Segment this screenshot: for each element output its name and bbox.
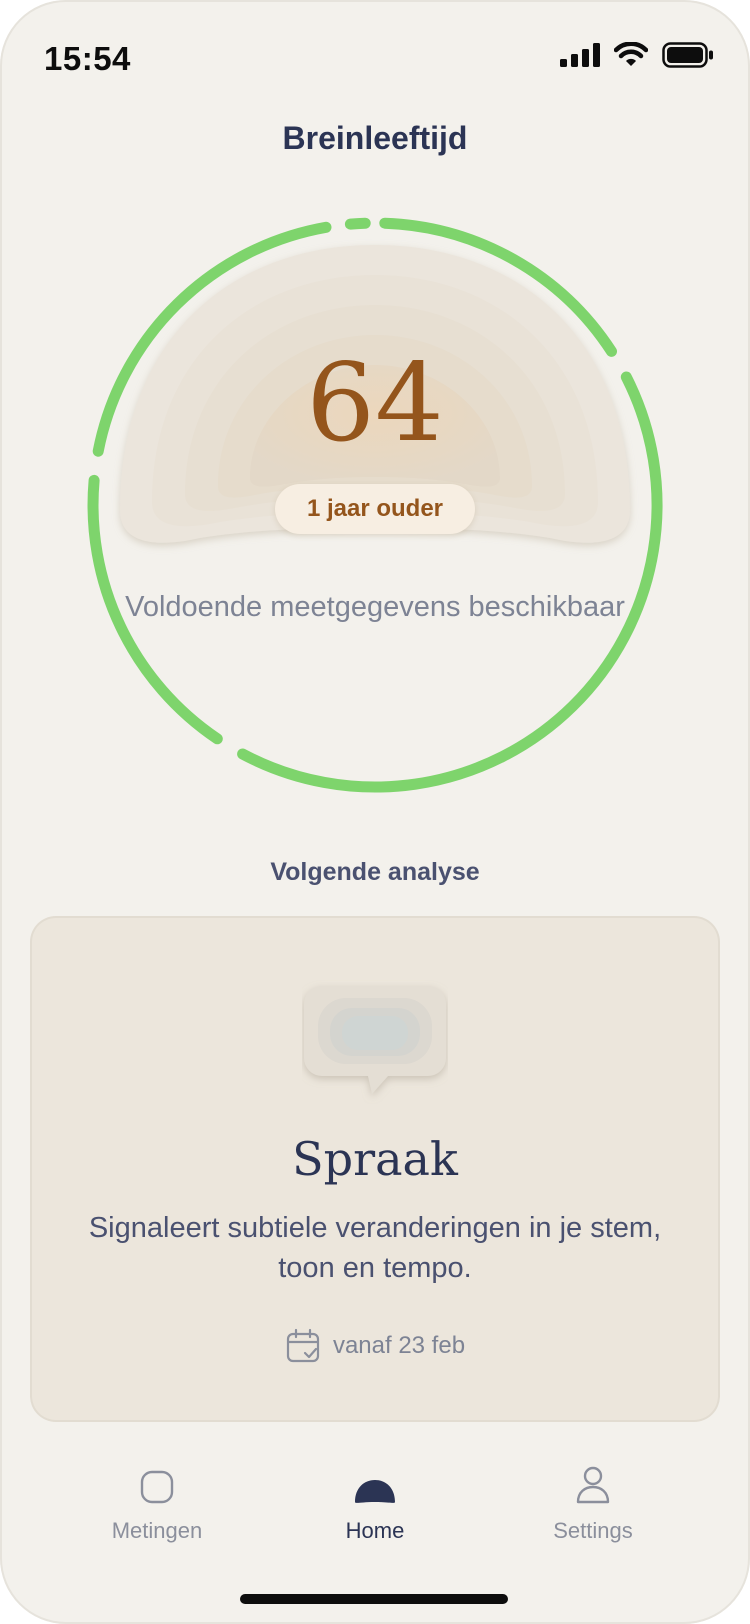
age-difference-badge: 1 jaar ouder [275, 484, 475, 534]
data-status-text: Voldoende meetgegevens beschikbaar [125, 591, 625, 623]
analysis-title: Spraak [292, 1132, 458, 1186]
battery-icon [662, 42, 713, 68]
analysis-date-text: vanaf 23 feb [332, 1332, 466, 1359]
dome-icon [355, 1480, 395, 1503]
phone-screen: 15:54 Breinleeftijd 64 1 jaar ouder Vold… [0, 0, 750, 1624]
wifi-icon [614, 42, 648, 66]
next-analysis-card[interactable]: Spraak Signaleert subtiele veranderingen… [32, 918, 718, 1420]
person-icon [576, 1466, 610, 1504]
tab-settings[interactable]: Settings [503, 1460, 683, 1560]
brain-age-value: 64 [306, 341, 444, 466]
tab-label-metingen: Metingen [111, 1518, 203, 1543]
cellular-signal-icon [560, 43, 600, 67]
rounded-square-icon [140, 1470, 174, 1504]
tab-label-home: Home [345, 1518, 405, 1543]
brain-age-dial: 64 1 jaar ouder Voldoende meetgegevens b… [80, 210, 670, 800]
tab-metingen[interactable]: Metingen [67, 1460, 247, 1560]
analysis-date: vanaf 23 feb [32, 1328, 718, 1364]
calendar-check-icon [286, 1328, 320, 1363]
tab-home[interactable]: Home [285, 1460, 465, 1560]
analysis-description: Signaleert subtiele veranderingen in je … [88, 1212, 662, 1284]
status-time: 15:54 [44, 40, 131, 77]
next-analysis-label: Volgende analyse [270, 858, 480, 886]
speech-bubble-icon [304, 986, 446, 1094]
tab-label-settings: Settings [553, 1518, 633, 1543]
ring-segment [344, 217, 371, 230]
status-icons [560, 42, 714, 68]
page-title: Breinleeftijd [282, 120, 468, 156]
home-indicator [240, 1594, 508, 1604]
tab-bar: Metingen Home Settings [0, 1460, 750, 1560]
